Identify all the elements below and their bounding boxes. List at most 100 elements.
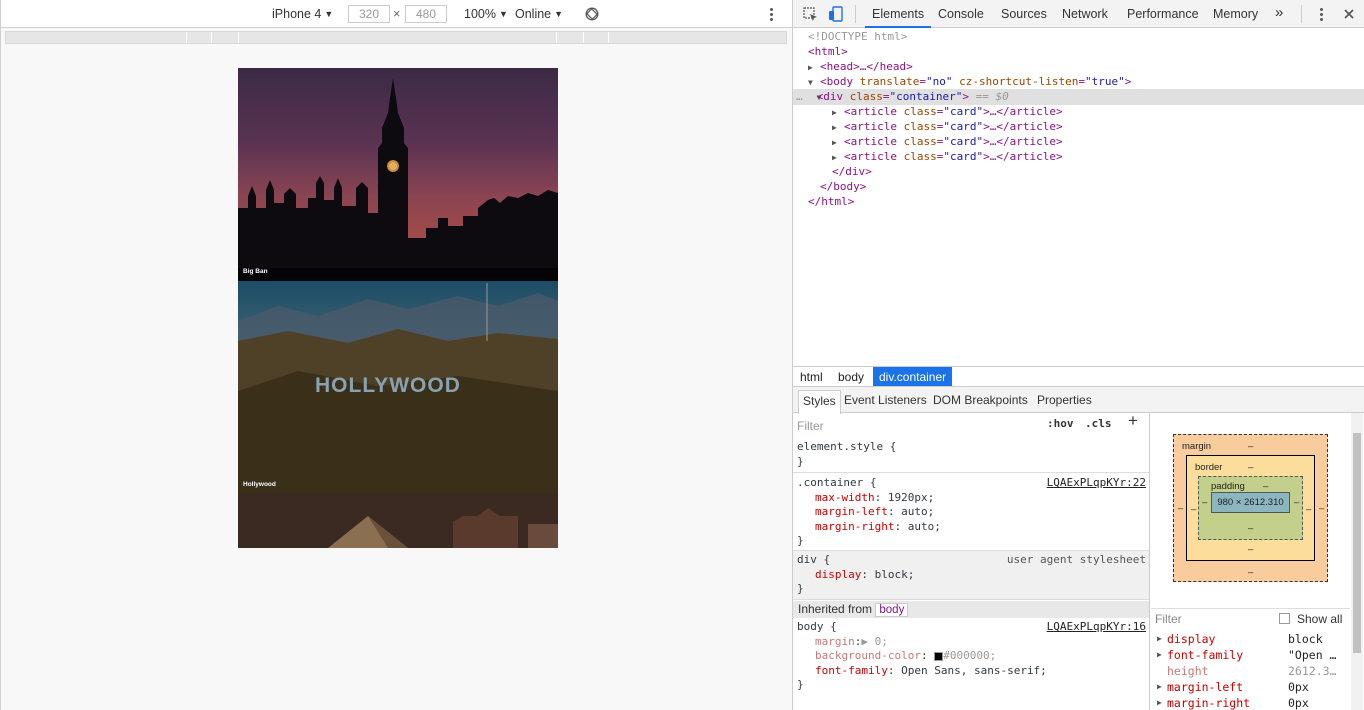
dom-head[interactable]: ▶ <head>…</head> xyxy=(808,59,913,75)
css-property[interactable]: margin xyxy=(797,635,855,648)
computed-property-value: 0px xyxy=(1288,696,1309,710)
css-property[interactable]: background-color xyxy=(797,649,921,662)
media-query-bar[interactable] xyxy=(5,31,787,44)
devtools-menu-icon[interactable] xyxy=(1320,7,1323,23)
louvre-image xyxy=(238,494,558,548)
css-property[interactable]: display xyxy=(797,568,861,581)
expand-arrow-icon[interactable]: ▶ xyxy=(1157,631,1162,647)
computed-row[interactable]: ▶ font-family "Open … xyxy=(1151,647,1350,663)
tab-sources[interactable]: Sources xyxy=(1001,7,1047,21)
subtab-styles[interactable]: Styles xyxy=(798,390,841,414)
zoom-select[interactable]: 100% ▼ xyxy=(464,7,508,21)
dom-tree[interactable]: <!DOCTYPE html> <html> ▶ <head>…</head> ▼… xyxy=(793,29,1364,366)
device-viewport[interactable]: Big Ban HOLLYWOOD Hollywood xyxy=(238,68,558,548)
dom-article[interactable]: ▶ <article class="card">…</article> xyxy=(832,104,1063,120)
inherited-node-link[interactable]: body xyxy=(875,603,909,617)
tab-elements[interactable]: Elements xyxy=(872,7,924,21)
box-model-border: border – – – – padding – – – – 980 × 261… xyxy=(1186,455,1315,561)
computed-filter-row: Filter Show all xyxy=(1151,608,1350,628)
computed-row[interactable]: height 2612.3… xyxy=(1151,663,1350,679)
subtab-dom-breakpoints[interactable]: DOM Breakpoints xyxy=(933,393,1028,407)
devtools-tabbar: Elements Console Sources Network Perform… xyxy=(793,0,1364,28)
styles-filter-input[interactable]: Filter xyxy=(797,419,824,434)
hov-toggle[interactable]: :hov xyxy=(1047,417,1074,432)
inspect-element-icon[interactable] xyxy=(803,7,818,22)
css-value[interactable]: 1920px; xyxy=(888,491,934,504)
border-label: border xyxy=(1195,462,1223,473)
width-input[interactable]: 320 xyxy=(348,5,390,23)
show-all-checkbox[interactable] xyxy=(1279,613,1290,624)
css-value[interactable]: block; xyxy=(875,568,915,581)
margin-right-value: – xyxy=(1319,503,1325,514)
css-value[interactable]: Open Sans, sans-serif; xyxy=(901,664,1047,677)
scrollbar-thumb[interactable] xyxy=(1353,433,1361,653)
breadcrumb-html[interactable]: html xyxy=(800,370,823,384)
css-property[interactable]: font-family xyxy=(797,664,888,677)
dom-body-close[interactable]: </body> xyxy=(820,179,866,194)
css-value[interactable]: auto; xyxy=(901,505,934,518)
rule-container[interactable]: .container {LQAExPLqpKYr:22 max-width: 1… xyxy=(793,474,1149,551)
dom-article[interactable]: ▶ <article class="card">…</article> xyxy=(832,119,1063,135)
device-select[interactable]: iPhone 4 ▼ xyxy=(272,7,333,21)
rule-source-link[interactable]: LQAExPLqpKYr:16 xyxy=(1047,620,1146,635)
rule-source-link[interactable]: LQAExPLqpKYr:22 xyxy=(1047,476,1146,491)
computed-row[interactable]: ▶ display block xyxy=(1151,631,1350,647)
dom-div-close[interactable]: </div> xyxy=(832,164,872,179)
device-toolbar-toggle-icon[interactable] xyxy=(828,6,843,22)
dom-article[interactable]: ▶ <article class="card">…</article> xyxy=(832,134,1063,150)
height-input[interactable]: 480 xyxy=(405,5,447,23)
close-icon[interactable] xyxy=(1343,8,1355,20)
tab-network[interactable]: Network xyxy=(1062,7,1108,21)
card-big-ben[interactable]: Big Ban xyxy=(238,68,558,281)
expand-arrow-icon[interactable]: ▶ xyxy=(1157,647,1162,663)
breadcrumb-body[interactable]: body xyxy=(838,370,864,384)
tab-console[interactable]: Console xyxy=(938,7,984,21)
card-louvre[interactable] xyxy=(238,494,558,548)
tab-performance[interactable]: Performance xyxy=(1127,7,1199,21)
expand-arrow-icon[interactable]: ▶ xyxy=(1157,695,1162,710)
new-style-rule-button[interactable]: + xyxy=(1128,412,1138,428)
rule-element-style[interactable]: element.style { } xyxy=(793,440,1149,473)
dom-body[interactable]: ▼ <body translate="no" cz-shortcut-listen… xyxy=(808,74,1131,90)
cls-toggle[interactable]: .cls xyxy=(1085,417,1112,432)
css-property[interactable]: margin-right xyxy=(797,520,894,533)
padding-label: padding xyxy=(1211,481,1245,492)
dom-html[interactable]: <html> xyxy=(808,44,848,59)
subtab-event-listeners[interactable]: Event Listeners xyxy=(844,393,927,407)
expand-arrow-icon[interactable]: ▶ xyxy=(1157,679,1162,695)
computed-row[interactable]: ▶ margin-right 0px xyxy=(1151,695,1350,710)
color-swatch[interactable] xyxy=(934,651,944,661)
rule-div-user-agent[interactable]: div {user agent stylesheet display: bloc… xyxy=(793,551,1149,600)
rule-selector: div { xyxy=(797,553,831,566)
card-title: Hollywood xyxy=(243,481,276,488)
device-toolbar: iPhone 4 ▼ 320 × 480 100% ▼ Online ▼ xyxy=(1,0,792,28)
device-emulation-pane: iPhone 4 ▼ 320 × 480 100% ▼ Online ▼ Big… xyxy=(0,0,792,710)
card-hollywood[interactable]: HOLLYWOOD Hollywood xyxy=(238,281,558,494)
rotate-icon[interactable] xyxy=(585,7,599,21)
breadcrumb-div-container[interactable]: div.container xyxy=(873,367,953,386)
padding-right-value: – xyxy=(1294,497,1300,508)
rule-close: } xyxy=(797,534,804,547)
more-options-icon[interactable] xyxy=(770,7,774,21)
css-value[interactable]: auto; xyxy=(908,520,941,533)
card-title: Big Ban xyxy=(243,268,268,275)
computed-row[interactable]: ▶ margin-left 0px xyxy=(1151,679,1350,695)
css-property[interactable]: max-width xyxy=(797,491,875,504)
chevron-down-icon: ▼ xyxy=(498,9,508,19)
dom-div-container[interactable]: … ▼<div class="container"> == $0 xyxy=(793,89,1364,105)
margin-label: margin xyxy=(1182,441,1212,452)
rule-body[interactable]: body {LQAExPLqpKYr:16 margin:▶ 0; backgr… xyxy=(793,619,1149,693)
computed-scrollbar[interactable] xyxy=(1351,413,1363,710)
css-value[interactable]: ▶ 0; xyxy=(861,635,888,648)
subtab-properties[interactable]: Properties xyxy=(1037,393,1092,407)
css-property[interactable]: margin-left xyxy=(797,505,888,518)
box-model-diagram[interactable]: margin – – – – border – – – – padding – … xyxy=(1173,434,1328,582)
dom-doctype[interactable]: <!DOCTYPE html> xyxy=(808,29,907,44)
dom-html-close[interactable]: </html> xyxy=(808,194,854,209)
dom-article[interactable]: ▶ <article class="card">…</article> xyxy=(832,149,1063,165)
tab-memory[interactable]: Memory xyxy=(1213,7,1258,21)
more-tabs-button[interactable]: » xyxy=(1275,4,1283,21)
computed-filter-input[interactable]: Filter xyxy=(1155,612,1182,626)
network-throttle-select[interactable]: Online ▼ xyxy=(515,7,563,21)
css-value[interactable]: #000000; xyxy=(943,649,996,662)
